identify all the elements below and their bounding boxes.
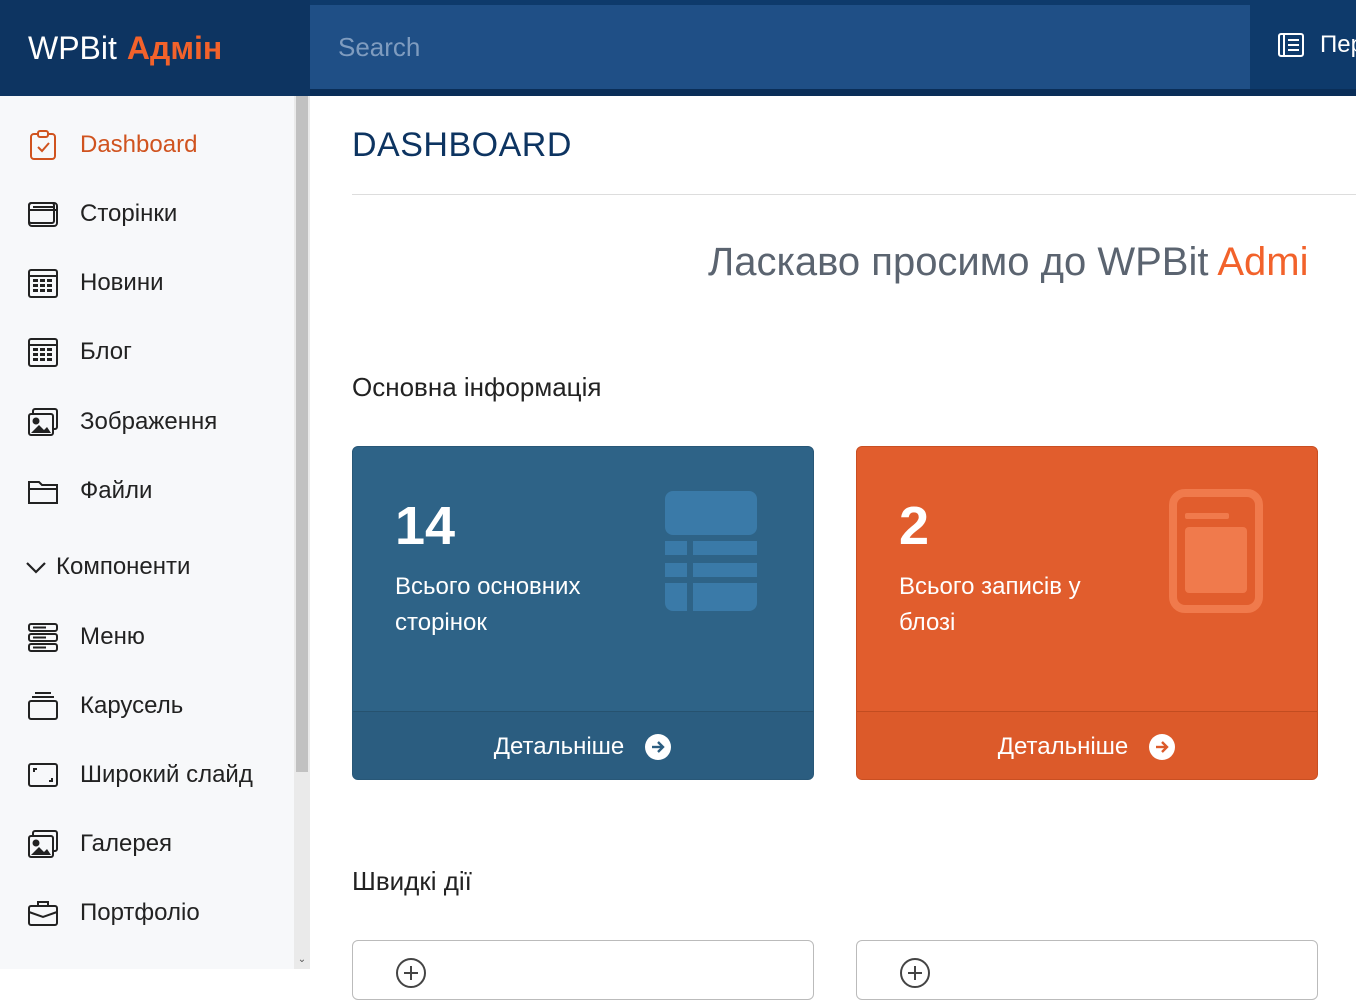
section-title-info: Основна інформація [352, 372, 602, 402]
top-right-label: Пер [1320, 31, 1356, 58]
menu-stack-icon [28, 623, 58, 652]
sidebar-item-wide-slide[interactable]: Широкий слайд [26, 758, 253, 792]
card-details-link[interactable]: Детальніше [857, 711, 1317, 779]
sidebar-item-blog[interactable]: Блог [26, 335, 132, 369]
sidebar-item-label: Новини [80, 269, 164, 296]
arrow-right-circle-icon [645, 733, 672, 760]
chevron-down-icon [26, 562, 46, 574]
arrow-right-circle-icon [1149, 733, 1176, 760]
stat-card-blog: 2 Всього записів у блозі Детальніше [856, 446, 1318, 780]
sidebar-item-label: Dashboard [80, 131, 198, 158]
images-icon [28, 408, 58, 436]
stat-card-pages: 14 Всього основних сторінок Детальніше [352, 446, 814, 780]
images-icon [28, 830, 58, 858]
fullscreen-icon [28, 763, 58, 787]
sidebar-item-images[interactable]: Зображення [26, 405, 217, 439]
sidebar-item-news[interactable]: Новини [26, 266, 164, 300]
top-bar: WPBit Адмін Пер [0, 0, 1356, 96]
sidebar-item-label: Широкий слайд [80, 761, 253, 788]
page-title: DASHBOARD [352, 126, 572, 164]
window-icon [28, 202, 58, 227]
sidebar-item-menu[interactable]: Меню [26, 620, 145, 654]
calendar-grid-icon [28, 269, 58, 298]
sidebar-item-portfolio[interactable]: Портфоліо [26, 896, 200, 930]
title-divider [352, 194, 1356, 195]
sidebar-item-pages[interactable]: Сторінки [26, 197, 177, 231]
folder-icon [28, 481, 58, 504]
sidebar-item-carousel[interactable]: Карусель [26, 689, 183, 723]
sidebar-item-label: Блог [80, 338, 132, 365]
welcome-heading: Ласкаво просимо до WPBit Admi [708, 240, 1309, 285]
stat-label: Всього записів у блозі [899, 573, 1081, 636]
list-page-icon [1278, 33, 1304, 57]
scroll-down-arrow-icon[interactable]: ⌄ [296, 954, 308, 966]
search-underline [310, 89, 1356, 96]
sidebar-item-files[interactable]: Файли [26, 474, 152, 508]
sidebar-item-label: Зображення [80, 408, 218, 435]
carousel-icon [28, 692, 58, 720]
clipboard-check-icon [30, 130, 56, 160]
briefcase-icon [28, 901, 58, 926]
sidebar-item-dashboard[interactable]: Dashboard [26, 128, 197, 162]
table-icon [665, 491, 757, 611]
sidebar-item-gallery[interactable]: Галерея [26, 827, 172, 861]
sidebar-group-label: Компоненти [56, 553, 191, 580]
sidebar-item-label: Портфоліо [80, 899, 200, 926]
sidebar-group-components[interactable]: Компоненти [24, 553, 190, 581]
stat-value: 14 [395, 496, 456, 556]
calendar-grid-icon [28, 338, 58, 367]
sidebar-item-label: Галерея [80, 830, 173, 857]
stat-value: 2 [899, 496, 930, 556]
plus-circle-icon [396, 958, 426, 988]
quick-action-card[interactable] [352, 940, 814, 1000]
tablet-icon [1169, 489, 1263, 613]
card-details-label: Детальніше [997, 732, 1129, 760]
brand-name: WPBit [28, 29, 117, 66]
sidebar-item-label: Меню [80, 623, 145, 650]
brand-accent: Адмін [126, 29, 223, 66]
sidebar-scrollbar-thumb[interactable] [296, 96, 308, 772]
search-input[interactable] [310, 5, 1250, 89]
welcome-accent: Admi [1217, 240, 1309, 284]
top-right-link[interactable]: Пер [1276, 30, 1356, 60]
card-details-link[interactable]: Детальніше [353, 711, 813, 779]
card-details-label: Детальніше [493, 732, 625, 760]
sidebar-item-label: Файли [80, 477, 153, 504]
plus-circle-icon [900, 958, 930, 988]
brand-logo[interactable]: WPBit Адмін [0, 0, 310, 96]
sidebar-item-label: Карусель [80, 692, 184, 719]
section-title-quick: Швидкі дії [352, 866, 472, 896]
sidebar-item-label: Сторінки [80, 200, 178, 227]
welcome-text: Ласкаво просимо до WPBit [708, 240, 1209, 284]
stat-label: Всього основних сторінок [395, 573, 581, 636]
quick-action-card[interactable] [856, 940, 1318, 1000]
